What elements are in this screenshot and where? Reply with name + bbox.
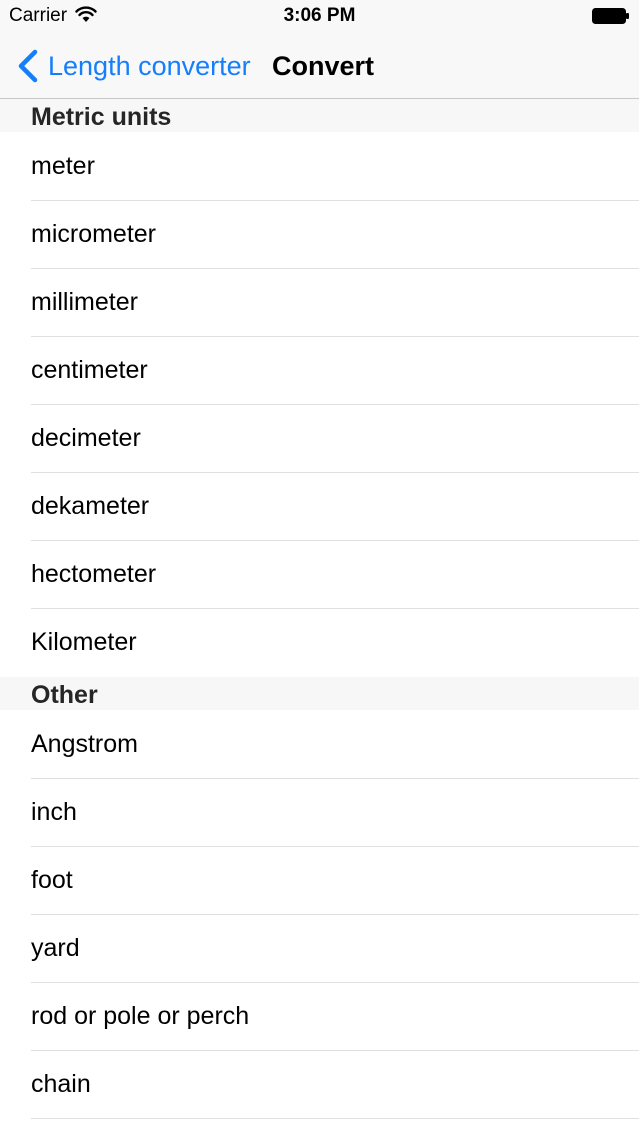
list-item-label: hectometer <box>31 560 157 588</box>
list-item-label: meter <box>31 152 95 180</box>
list-item-label: foot <box>31 866 73 894</box>
list-item-label: decimeter <box>31 424 141 452</box>
list-item[interactable]: dekameter <box>0 473 639 541</box>
list-item[interactable]: millimeter <box>0 269 639 337</box>
list-item[interactable]: Angstrom <box>0 711 639 779</box>
navigation-bar: Length converter Convert <box>0 34 639 99</box>
list-item[interactable]: rod or pole or perch <box>0 983 639 1051</box>
clock: 3:06 PM <box>283 5 356 26</box>
list-item-label: Angstrom <box>31 730 138 758</box>
list-item[interactable]: hectometer <box>0 541 639 609</box>
section-header-label: Other <box>31 681 98 709</box>
list-item-label: micrometer <box>31 220 157 248</box>
list-item[interactable]: meter <box>0 133 639 201</box>
list-item-label: yard <box>31 934 80 962</box>
list-item-label: rod or pole or perch <box>31 1002 250 1030</box>
list-item-label: centimeter <box>31 356 148 384</box>
list-item[interactable]: Kilometer <box>0 609 639 677</box>
list-item[interactable]: yard <box>0 915 639 983</box>
back-button-label: Length converter <box>48 51 251 81</box>
row-separator <box>31 1118 639 1119</box>
list-item[interactable]: foot <box>0 847 639 915</box>
list-item-label: inch <box>31 798 77 826</box>
section-header-other: Other <box>0 677 639 710</box>
back-button[interactable]: Length converter <box>16 48 251 84</box>
list-item[interactable]: micrometer <box>0 201 639 269</box>
battery-icon <box>592 8 629 24</box>
list-item-label: millimeter <box>31 288 138 316</box>
screen: Carrier 3:06 PM Length converter Convert… <box>0 0 639 1136</box>
list-item[interactable]: chain <box>0 1051 639 1119</box>
list-item-label: dekameter <box>31 492 150 520</box>
list-item[interactable]: decimeter <box>0 405 639 473</box>
list-item-label: chain <box>31 1070 91 1098</box>
page-title: Convert <box>272 51 375 81</box>
section-header-metric: Metric units <box>0 99 639 132</box>
status-bar: Carrier 3:06 PM <box>0 0 639 34</box>
list-item[interactable]: centimeter <box>0 337 639 405</box>
list-item-label: Kilometer <box>31 628 137 656</box>
list-item[interactable]: inch <box>0 779 639 847</box>
section-header-label: Metric units <box>31 103 172 131</box>
chevron-left-icon <box>18 49 38 83</box>
